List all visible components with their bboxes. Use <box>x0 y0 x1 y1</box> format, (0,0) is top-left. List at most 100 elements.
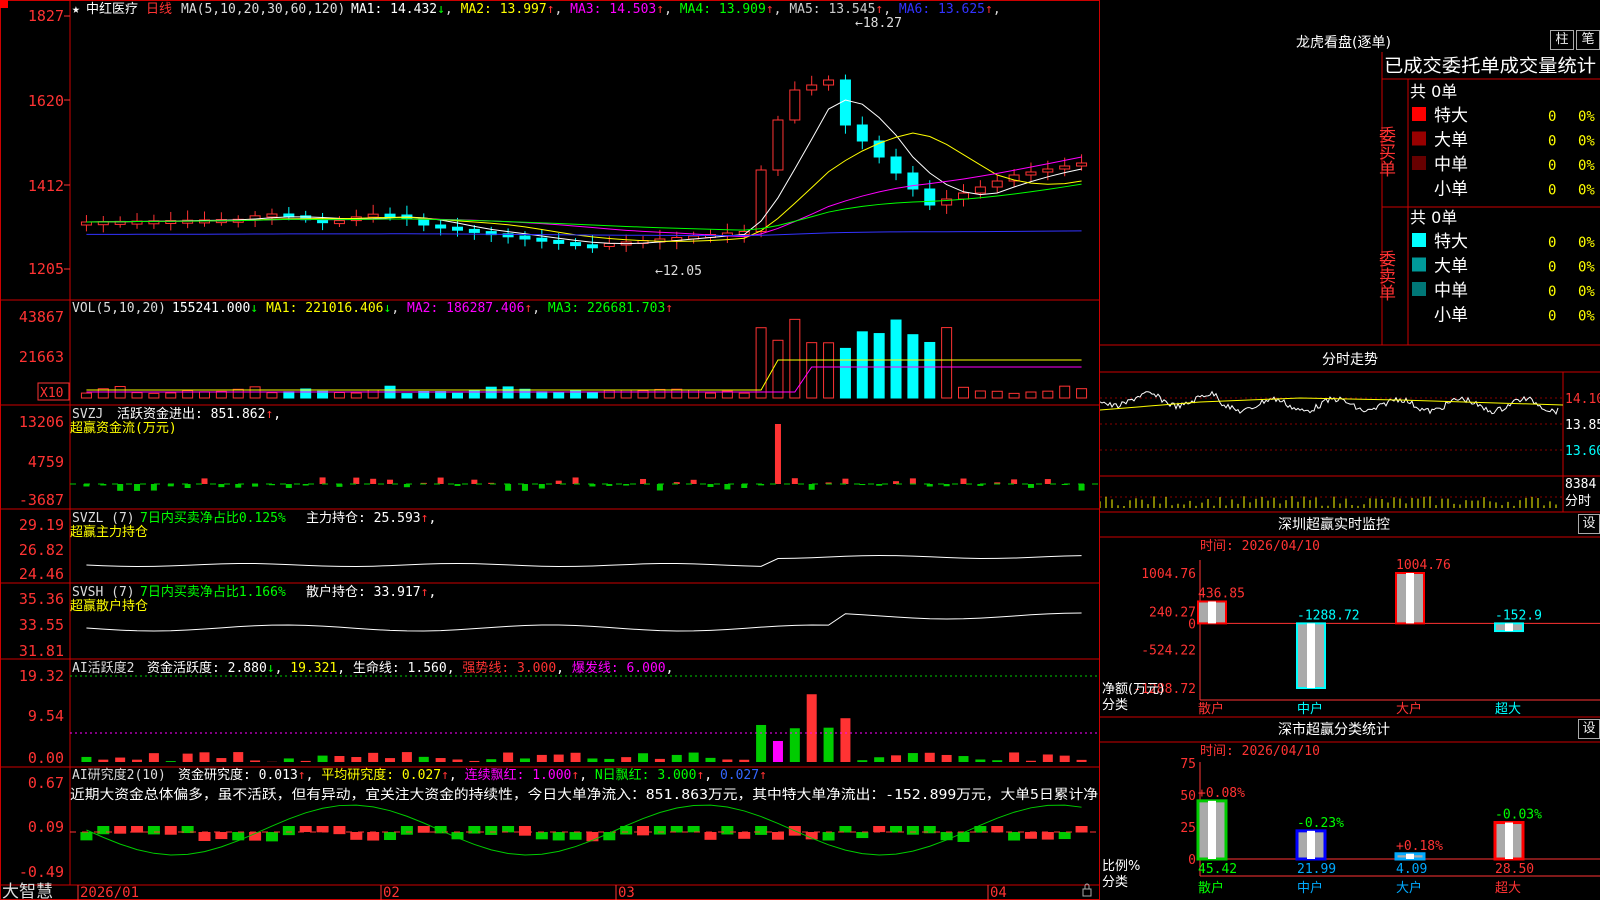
intraday-price-2: 13.85 <box>1565 418 1600 433</box>
candle <box>333 220 345 225</box>
volume-bar <box>1025 391 1037 399</box>
main-ytick-4: 1205 <box>28 260 64 278</box>
order-count: 0 <box>1548 109 1556 125</box>
order-count: 0 <box>1548 309 1556 325</box>
monitor-bar-value: 1004.76 <box>1396 558 1451 573</box>
monitor-settings-button[interactable]: 设 <box>1578 514 1600 534</box>
svzj-ytick-1: 13206 <box>19 413 64 431</box>
stats-bar-label: 超大 <box>1495 881 1521 896</box>
high-mark: ←18.27 <box>855 16 902 31</box>
intraday-price-3: 13.60 <box>1565 444 1600 459</box>
volume-bar <box>199 391 210 399</box>
order-label: 大单 <box>1434 131 1468 151</box>
volume-bar <box>485 386 497 399</box>
chart-area[interactable]: 1827 1620 1412 1205 ★ 中红医疗 日线 MA(5,10,20… <box>0 0 1100 900</box>
candle <box>468 228 480 233</box>
buy-total: 共 0单 <box>1410 82 1457 101</box>
candle <box>839 79 851 126</box>
monitor-bar-label: 散户 <box>1198 701 1224 717</box>
volume-bar <box>991 390 1003 399</box>
intraday-volume: 8384 <box>1565 477 1596 492</box>
volume-bar <box>131 392 143 399</box>
candle <box>1076 162 1088 167</box>
volume-bar <box>705 392 716 399</box>
volume-bar <box>1008 392 1020 399</box>
period-label[interactable]: 日线 <box>146 2 172 17</box>
vol-value: 155241.000↓ MA1: 221016.406↓, MA2: 186287… <box>172 301 673 316</box>
lock-icon[interactable] <box>1082 883 1092 897</box>
volume-bar <box>755 327 767 399</box>
candle <box>452 226 463 231</box>
order-pct: 0% <box>1578 284 1595 300</box>
volume-bar <box>671 388 683 399</box>
order-pct: 0% <box>1578 158 1595 174</box>
order-color-swatch <box>1412 257 1426 272</box>
candle <box>1059 165 1071 170</box>
bar-mode-button[interactable]: 柱 <box>1550 30 1574 50</box>
volume-bar <box>856 331 868 399</box>
volume-bar <box>924 341 936 399</box>
ai2-label: 资金研究度: 0.013↑, 平均研究度: 0.027↑, 连续飘红: 1.00… <box>178 767 767 783</box>
volume-bar <box>873 333 885 399</box>
order-count: 0 <box>1548 158 1556 174</box>
monitor-bar-label: 超大 <box>1495 702 1521 717</box>
stats-settings-button[interactable]: 设 <box>1578 719 1600 739</box>
svzl-sub: 超赢主力持仓 <box>70 524 148 540</box>
main-ytick-1: 1827 <box>28 7 64 25</box>
order-color-swatch <box>1412 282 1426 296</box>
volume-bar <box>519 388 531 399</box>
volume-bar <box>620 389 632 399</box>
volume-bar <box>350 392 362 399</box>
sell-total: 共 0单 <box>1410 208 1457 227</box>
monitor-x-title: 分类 <box>1102 698 1128 713</box>
svsh-title: SVSH (7) <box>72 585 135 600</box>
volume-bar <box>907 334 919 399</box>
ai2-ytick-1: 0.67 <box>28 774 64 792</box>
sell-group-label: 委卖单 <box>1375 250 1396 301</box>
volume-bar <box>603 389 615 399</box>
order-label: 特大 <box>1434 232 1468 252</box>
monitor-time: 时间: 2026/04/10 <box>1200 539 1320 554</box>
svzl-label: 7日内买卖净占比0.125% <box>140 510 286 526</box>
stats-bar-label: 散户 <box>1198 880 1224 896</box>
svsh-ytick-1: 35.36 <box>19 590 64 608</box>
candle <box>384 213 396 218</box>
volume-bar <box>974 390 986 399</box>
stats-bar-delta: +0.18% <box>1396 839 1443 854</box>
volume-bar <box>823 342 835 399</box>
order-pct: 0% <box>1578 134 1595 150</box>
intraday-title: 分时走势 <box>1322 352 1378 368</box>
volume-bar <box>536 391 548 399</box>
candle <box>519 235 531 240</box>
volume-bar <box>232 388 244 399</box>
order-pct: 0% <box>1578 309 1595 325</box>
stats-bar-value: 28.50 <box>1495 862 1534 877</box>
monitor-title: 深圳超赢实时监控 <box>1278 516 1390 533</box>
candle <box>603 243 615 247</box>
right-panel-graphics: 龙虎看盘(逐单) 已成交委托单成交量统计 共 0单 共 0单 委买单 委卖单 特… <box>1100 0 1600 896</box>
stats-bar-value: 4.09 <box>1396 862 1427 877</box>
xaxis-label-1: 2026/01 <box>80 885 139 900</box>
buy-group-label: 委买单 <box>1375 126 1396 177</box>
vol-unit: X10 <box>40 386 63 401</box>
ai1-ytick-1: 19.32 <box>19 667 64 685</box>
stats-time: 时间: 2026/04/10 <box>1200 744 1320 759</box>
stock-name[interactable]: 中红医疗 <box>86 1 138 17</box>
candle <box>553 239 565 244</box>
candle <box>856 124 868 142</box>
ai2-comment: 近期大资金总体偏多，虽不活跃，但有异动，宜关注大资金的持续性，今日大单净流入：8… <box>70 786 1098 803</box>
volume-bar <box>435 391 447 399</box>
tick-mode-button[interactable]: 笔 <box>1576 30 1600 50</box>
volume-bar <box>148 392 160 399</box>
candle <box>823 79 835 86</box>
stock-chart[interactable]: 1827 1620 1412 1205 ★ 中红医疗 日线 MA(5,10,20… <box>0 0 1100 900</box>
dragon-title: 龙虎看盘(逐单) <box>1296 34 1391 51</box>
ai1-ytick-2: 9.54 <box>28 707 64 725</box>
order-color-swatch <box>1412 233 1426 247</box>
volume-bar <box>367 389 379 399</box>
monitor-bar-label: 大户 <box>1396 701 1422 717</box>
stats-ytick: 50 <box>1180 789 1196 804</box>
order-count: 0 <box>1548 260 1556 276</box>
stats-ytick: 0 <box>1188 853 1196 868</box>
svzl-ytick-3: 24.46 <box>19 565 64 583</box>
